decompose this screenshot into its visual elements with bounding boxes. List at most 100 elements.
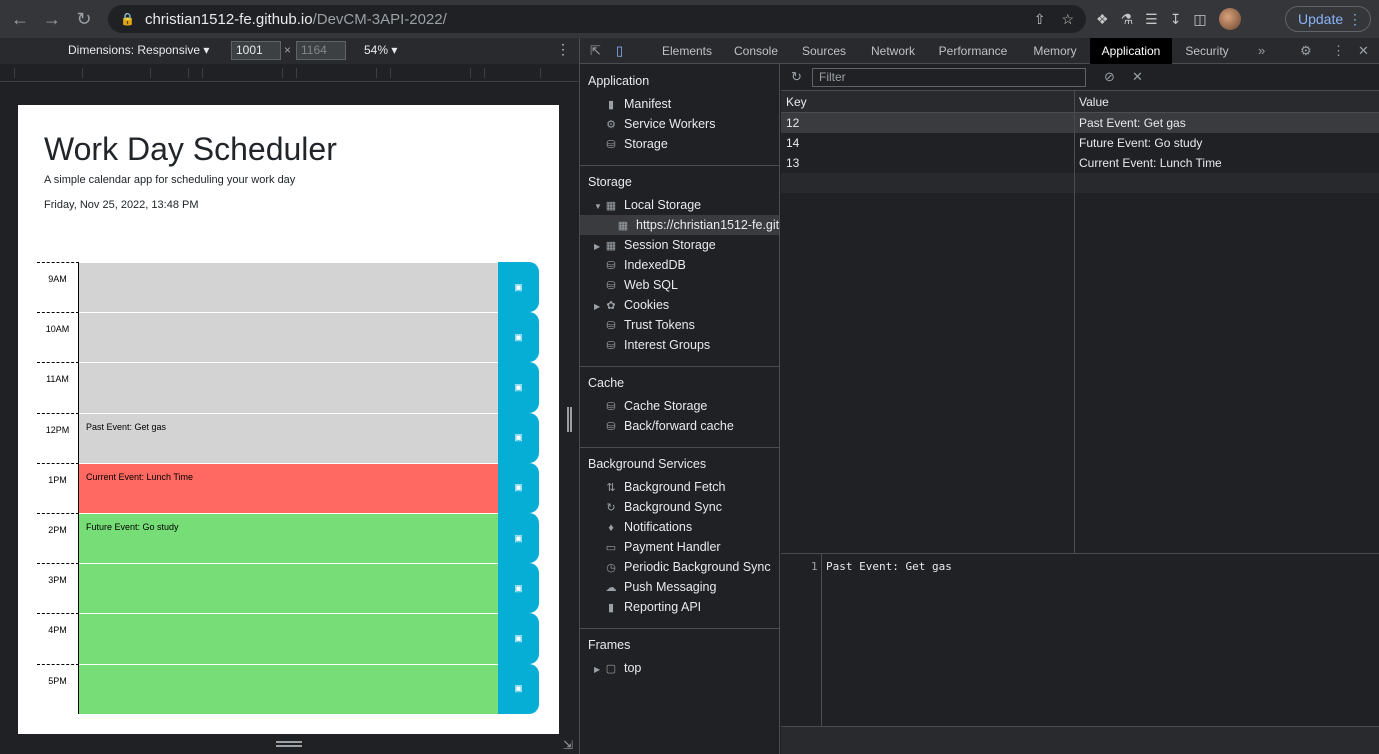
sidebar-item-service-workers[interactable]: ⚙ Service Workers [580, 114, 779, 134]
update-button[interactable]: Update ⋮ [1285, 6, 1371, 32]
column-value[interactable]: Value [1079, 95, 1109, 109]
sidebar-item-background-sync[interactable]: ↻ Background Sync [580, 497, 779, 517]
back-button[interactable]: ← [4, 0, 36, 38]
delete-selected-icon[interactable]: ✕ [1132, 69, 1143, 85]
save-button[interactable]: ▣ [498, 412, 539, 463]
reading-list-icon[interactable]: ☰ [1145, 11, 1158, 28]
sidebar-item-web-sql[interactable]: ⛁ Web SQL [580, 275, 779, 295]
reload-button[interactable]: ↻ [68, 0, 100, 38]
star-icon[interactable]: ☆ [1061, 11, 1074, 28]
column-divider[interactable] [1074, 91, 1075, 553]
save-button[interactable]: ▣ [498, 262, 539, 313]
event-textarea[interactable]: Future Event: Go study [79, 512, 498, 564]
sidebar-item-session-storage[interactable]: ▶ ▦ Session Storage [580, 235, 779, 255]
corner-resize-icon[interactable]: ⇲ [563, 738, 573, 752]
tab-elements[interactable]: Elements [652, 38, 722, 64]
sidebar-item-manifest[interactable]: ▮ Manifest [580, 94, 779, 114]
save-button[interactable]: ▣ [498, 563, 539, 614]
save-button[interactable]: ▣ [498, 462, 539, 513]
event-textarea[interactable] [79, 563, 498, 614]
event-textarea[interactable]: Current Event: Lunch Time [79, 462, 498, 513]
device-more-icon[interactable]: ⋮ [556, 41, 570, 58]
event-textarea[interactable] [79, 362, 498, 413]
side-panel-icon[interactable]: ◫ [1193, 11, 1206, 28]
save-button[interactable]: ▣ [498, 512, 539, 564]
time-block-row: 10AM ▣ [37, 312, 539, 363]
sidebar-item-cookies[interactable]: ▶ ✿ Cookies [580, 295, 779, 315]
dimensions-select[interactable]: Dimensions: Responsive ▾ [68, 43, 209, 57]
preview-text[interactable]: Past Event: Get gas [826, 560, 952, 573]
collapsed-triangle-icon[interactable]: ▶ [594, 297, 604, 315]
download-icon[interactable]: ↧ [1170, 11, 1182, 28]
tab-performance[interactable]: Performance [930, 38, 1016, 64]
hour-label: 12PM [37, 412, 79, 463]
url-path: /DevCM-3API-2022/ [312, 10, 447, 28]
expanded-triangle-icon[interactable]: ▼ [594, 197, 604, 215]
sidebar-item-reporting-api[interactable]: ▮ Reporting API [580, 597, 779, 617]
tab-sources[interactable]: Sources [792, 38, 856, 64]
sidebar-item-background-fetch[interactable]: ⇅ Background Fetch [580, 477, 779, 497]
sidebar-item-storage[interactable]: ⛁ Storage [580, 134, 779, 154]
side-resize-handle[interactable] [567, 407, 572, 432]
card-icon: ▭ [605, 542, 617, 554]
event-textarea[interactable] [79, 663, 498, 714]
avatar[interactable] [1218, 8, 1241, 30]
address-bar[interactable]: 🔒 christian1512-fe.github.io/DevCM-3API-… [108, 5, 1086, 33]
page-title: Work Day Scheduler [44, 131, 337, 167]
sidebar-item-payment-handler[interactable]: ▭ Payment Handler [580, 537, 779, 557]
sidebar-item-interest-groups[interactable]: ⛁ Interest Groups [580, 335, 779, 355]
inspect-icon[interactable]: ⇱ [590, 43, 601, 59]
hour-label: 4PM [37, 613, 79, 664]
sidebar-item-bfcache[interactable]: ⛁ Back/forward cache [580, 416, 779, 436]
section-background-services: Background Services [588, 457, 707, 471]
database-icon: ⛁ [606, 280, 616, 292]
labs-icon[interactable]: ⚗ [1121, 11, 1134, 28]
more-tabs-icon[interactable]: » [1258, 43, 1265, 58]
refresh-icon[interactable]: ↻ [791, 69, 802, 85]
event-textarea[interactable] [79, 613, 498, 664]
sidebar-item-frame-top[interactable]: ▶ ▢ top [580, 658, 779, 678]
save-button[interactable]: ▣ [498, 663, 539, 714]
table-row[interactable]: 13 Current Event: Lunch Time [781, 153, 1379, 173]
collapsed-triangle-icon[interactable]: ▶ [594, 660, 604, 678]
sidebar-item-indexeddb[interactable]: ⛁ IndexedDB [580, 255, 779, 275]
tab-application[interactable]: Application [1090, 38, 1172, 64]
tab-network[interactable]: Network [860, 38, 926, 64]
zoom-select[interactable]: 54% ▾ [364, 43, 397, 57]
table-row[interactable]: 12 Past Event: Get gas [781, 113, 1379, 133]
width-input[interactable]: 1001 [231, 41, 281, 60]
table-row[interactable]: 14 Future Event: Go study [781, 133, 1379, 153]
close-icon[interactable]: ✕ [1358, 43, 1369, 59]
sidebar-item-trust-tokens[interactable]: ⛁ Trust Tokens [580, 315, 779, 335]
column-key[interactable]: Key [786, 95, 807, 109]
sidebar-item-local-storage[interactable]: ▼ ▦ Local Storage [580, 195, 779, 215]
save-button[interactable]: ▣ [498, 312, 539, 363]
sidebar-item-push-messaging[interactable]: ☁ Push Messaging [580, 577, 779, 597]
forward-button[interactable]: → [36, 0, 68, 38]
save-button[interactable]: ▣ [498, 613, 539, 664]
height-input[interactable]: 1164 [296, 41, 346, 60]
sidebar-item-periodic-sync[interactable]: ◷ Periodic Background Sync [580, 557, 779, 577]
tab-console[interactable]: Console [724, 38, 788, 64]
devtools-tabbar: ⇱ ▯ Elements Console Sources Network Per… [580, 38, 1379, 64]
tab-security[interactable]: Security [1176, 38, 1238, 64]
clear-all-icon[interactable]: ⊘ [1104, 69, 1115, 85]
sidebar-item-notifications[interactable]: ♦ Notifications [580, 517, 779, 537]
device-toggle-icon[interactable]: ▯ [616, 43, 623, 59]
preview-gutter [821, 554, 822, 727]
settings-icon[interactable]: ⚙ [1300, 43, 1312, 59]
event-textarea[interactable] [79, 262, 498, 313]
save-icon: ▣ [514, 432, 523, 443]
bottom-resize-handle[interactable] [276, 741, 302, 747]
collapsed-triangle-icon[interactable]: ▶ [594, 237, 604, 255]
sidebar-item-local-origin[interactable]: ▦https://christian1512-fe.github.io [580, 215, 779, 235]
tab-memory[interactable]: Memory [1024, 38, 1086, 64]
sidebar-item-cache-storage[interactable]: ⛁ Cache Storage [580, 396, 779, 416]
save-button[interactable]: ▣ [498, 362, 539, 413]
event-textarea[interactable]: Past Event: Get gas [79, 412, 498, 463]
devtools-menu-icon[interactable]: ⋮ [1332, 43, 1345, 59]
filter-input[interactable]: Filter [812, 68, 1086, 87]
event-textarea[interactable] [79, 312, 498, 363]
share-icon[interactable]: ⇧ [1034, 11, 1046, 28]
extensions-icon[interactable]: ❖ [1096, 11, 1109, 28]
